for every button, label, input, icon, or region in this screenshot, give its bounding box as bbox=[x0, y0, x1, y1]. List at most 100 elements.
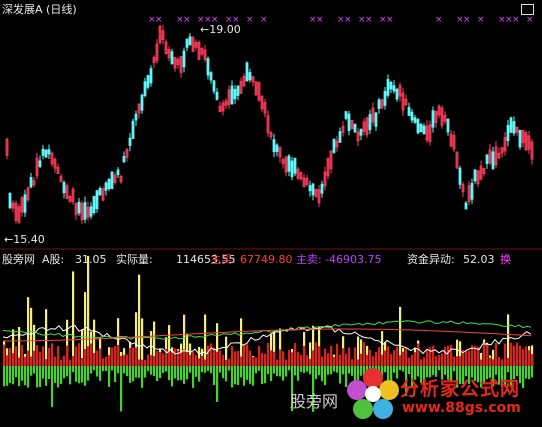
flower-logo-icon bbox=[347, 368, 399, 419]
buy-bar bbox=[201, 355, 204, 366]
sell-bar bbox=[201, 366, 204, 373]
sell-bar bbox=[54, 366, 57, 383]
buy-bar bbox=[327, 353, 330, 366]
sell-bar bbox=[66, 366, 69, 377]
buy-bar bbox=[450, 345, 453, 366]
sell-bar bbox=[30, 366, 33, 376]
buy-bar bbox=[21, 345, 24, 366]
buy-bar bbox=[72, 356, 75, 366]
sell-bar bbox=[60, 366, 63, 384]
buy-bar bbox=[183, 349, 186, 366]
sell-bar bbox=[438, 366, 441, 371]
window-toggle-icon[interactable] bbox=[521, 4, 534, 15]
buy-bar bbox=[483, 342, 486, 366]
sell-bar bbox=[273, 366, 276, 374]
sell-bar bbox=[267, 366, 270, 375]
sell-bar bbox=[234, 366, 237, 385]
buy-bar bbox=[36, 345, 39, 366]
price-low-value: 15.40 bbox=[13, 233, 45, 246]
sell-bar bbox=[33, 366, 36, 374]
sell-bar bbox=[336, 366, 339, 373]
buy-bar bbox=[510, 342, 513, 366]
buy-bar bbox=[252, 356, 255, 366]
main-sell-label: 主卖: bbox=[296, 253, 322, 266]
sell-bar bbox=[342, 366, 345, 375]
buy-bar bbox=[144, 359, 147, 366]
buy-bar bbox=[135, 347, 138, 366]
sell-bar bbox=[120, 366, 123, 412]
sell-bar bbox=[522, 366, 525, 388]
buy-bar bbox=[300, 354, 303, 366]
buy-bar bbox=[156, 350, 159, 366]
buy-bar bbox=[342, 348, 345, 366]
sell-bar bbox=[261, 366, 264, 385]
buy-bar bbox=[507, 358, 510, 366]
sell-bar bbox=[39, 366, 42, 388]
buy-bar bbox=[117, 344, 120, 366]
buy-bar bbox=[102, 358, 105, 366]
buy-bar bbox=[459, 356, 462, 366]
buy-bar bbox=[285, 359, 288, 366]
buy-bar bbox=[324, 348, 327, 366]
volume-bar bbox=[141, 318, 144, 366]
buy-bar bbox=[231, 346, 234, 366]
buy-bar bbox=[486, 344, 489, 366]
sell-bar bbox=[72, 366, 75, 373]
buy-bar bbox=[210, 343, 213, 366]
price-high-label: ←19.00 bbox=[200, 23, 241, 36]
sell-bar bbox=[81, 366, 84, 383]
sell-bar bbox=[159, 366, 162, 379]
sell-bar bbox=[147, 366, 150, 372]
buy-bar bbox=[432, 345, 435, 366]
sell-bar bbox=[192, 366, 195, 388]
sell-bar bbox=[453, 366, 456, 372]
indicator-panel[interactable] bbox=[0, 0, 542, 427]
buy-bar bbox=[24, 356, 27, 366]
buy-bar bbox=[195, 355, 198, 366]
buy-bar bbox=[63, 355, 66, 366]
sell-bar bbox=[141, 366, 144, 388]
buy-bar bbox=[522, 349, 525, 366]
buy-bar bbox=[216, 351, 219, 366]
buy-bar bbox=[423, 357, 426, 366]
sell-bar bbox=[225, 366, 228, 382]
buy-bar bbox=[366, 354, 369, 366]
buy-bar bbox=[414, 352, 417, 366]
buy-bar bbox=[204, 359, 207, 366]
sell-bar bbox=[324, 366, 327, 386]
buy-bar bbox=[465, 350, 468, 366]
a-share-label: A股: bbox=[42, 253, 65, 266]
volume-bar bbox=[45, 309, 48, 366]
buy-bar bbox=[174, 348, 177, 366]
indicator-name[interactable]: 股旁网 bbox=[2, 253, 35, 266]
sell-bar bbox=[153, 366, 156, 376]
buy-bar bbox=[219, 350, 222, 366]
buy-bar bbox=[303, 345, 306, 366]
main-buy-value: 67749.80 bbox=[240, 253, 293, 266]
buy-bar bbox=[288, 349, 291, 366]
sell-bar bbox=[6, 366, 9, 386]
sell-bar bbox=[90, 366, 93, 374]
buy-bar bbox=[528, 350, 531, 366]
sell-bar bbox=[105, 366, 108, 372]
sell-bar bbox=[297, 366, 300, 381]
buy-bar bbox=[411, 354, 414, 366]
sell-bar bbox=[45, 366, 48, 386]
buy-bar bbox=[162, 353, 165, 366]
buy-bar bbox=[255, 357, 258, 366]
sell-bar bbox=[309, 366, 312, 375]
sell-bar bbox=[228, 366, 231, 371]
buy-bar bbox=[111, 347, 114, 366]
buy-bar bbox=[393, 350, 396, 366]
sell-bar bbox=[156, 366, 159, 382]
a-share-value: 31.05 bbox=[75, 253, 107, 266]
buy-bar bbox=[306, 355, 309, 366]
price-high-value: 19.00 bbox=[209, 23, 241, 36]
buy-bar bbox=[336, 343, 339, 366]
buy-bar bbox=[222, 355, 225, 366]
switch-label[interactable]: 换 bbox=[500, 253, 511, 266]
buy-bar bbox=[315, 342, 318, 366]
buy-bar bbox=[468, 350, 471, 366]
buy-bar bbox=[99, 348, 102, 366]
buy-bar bbox=[228, 358, 231, 366]
